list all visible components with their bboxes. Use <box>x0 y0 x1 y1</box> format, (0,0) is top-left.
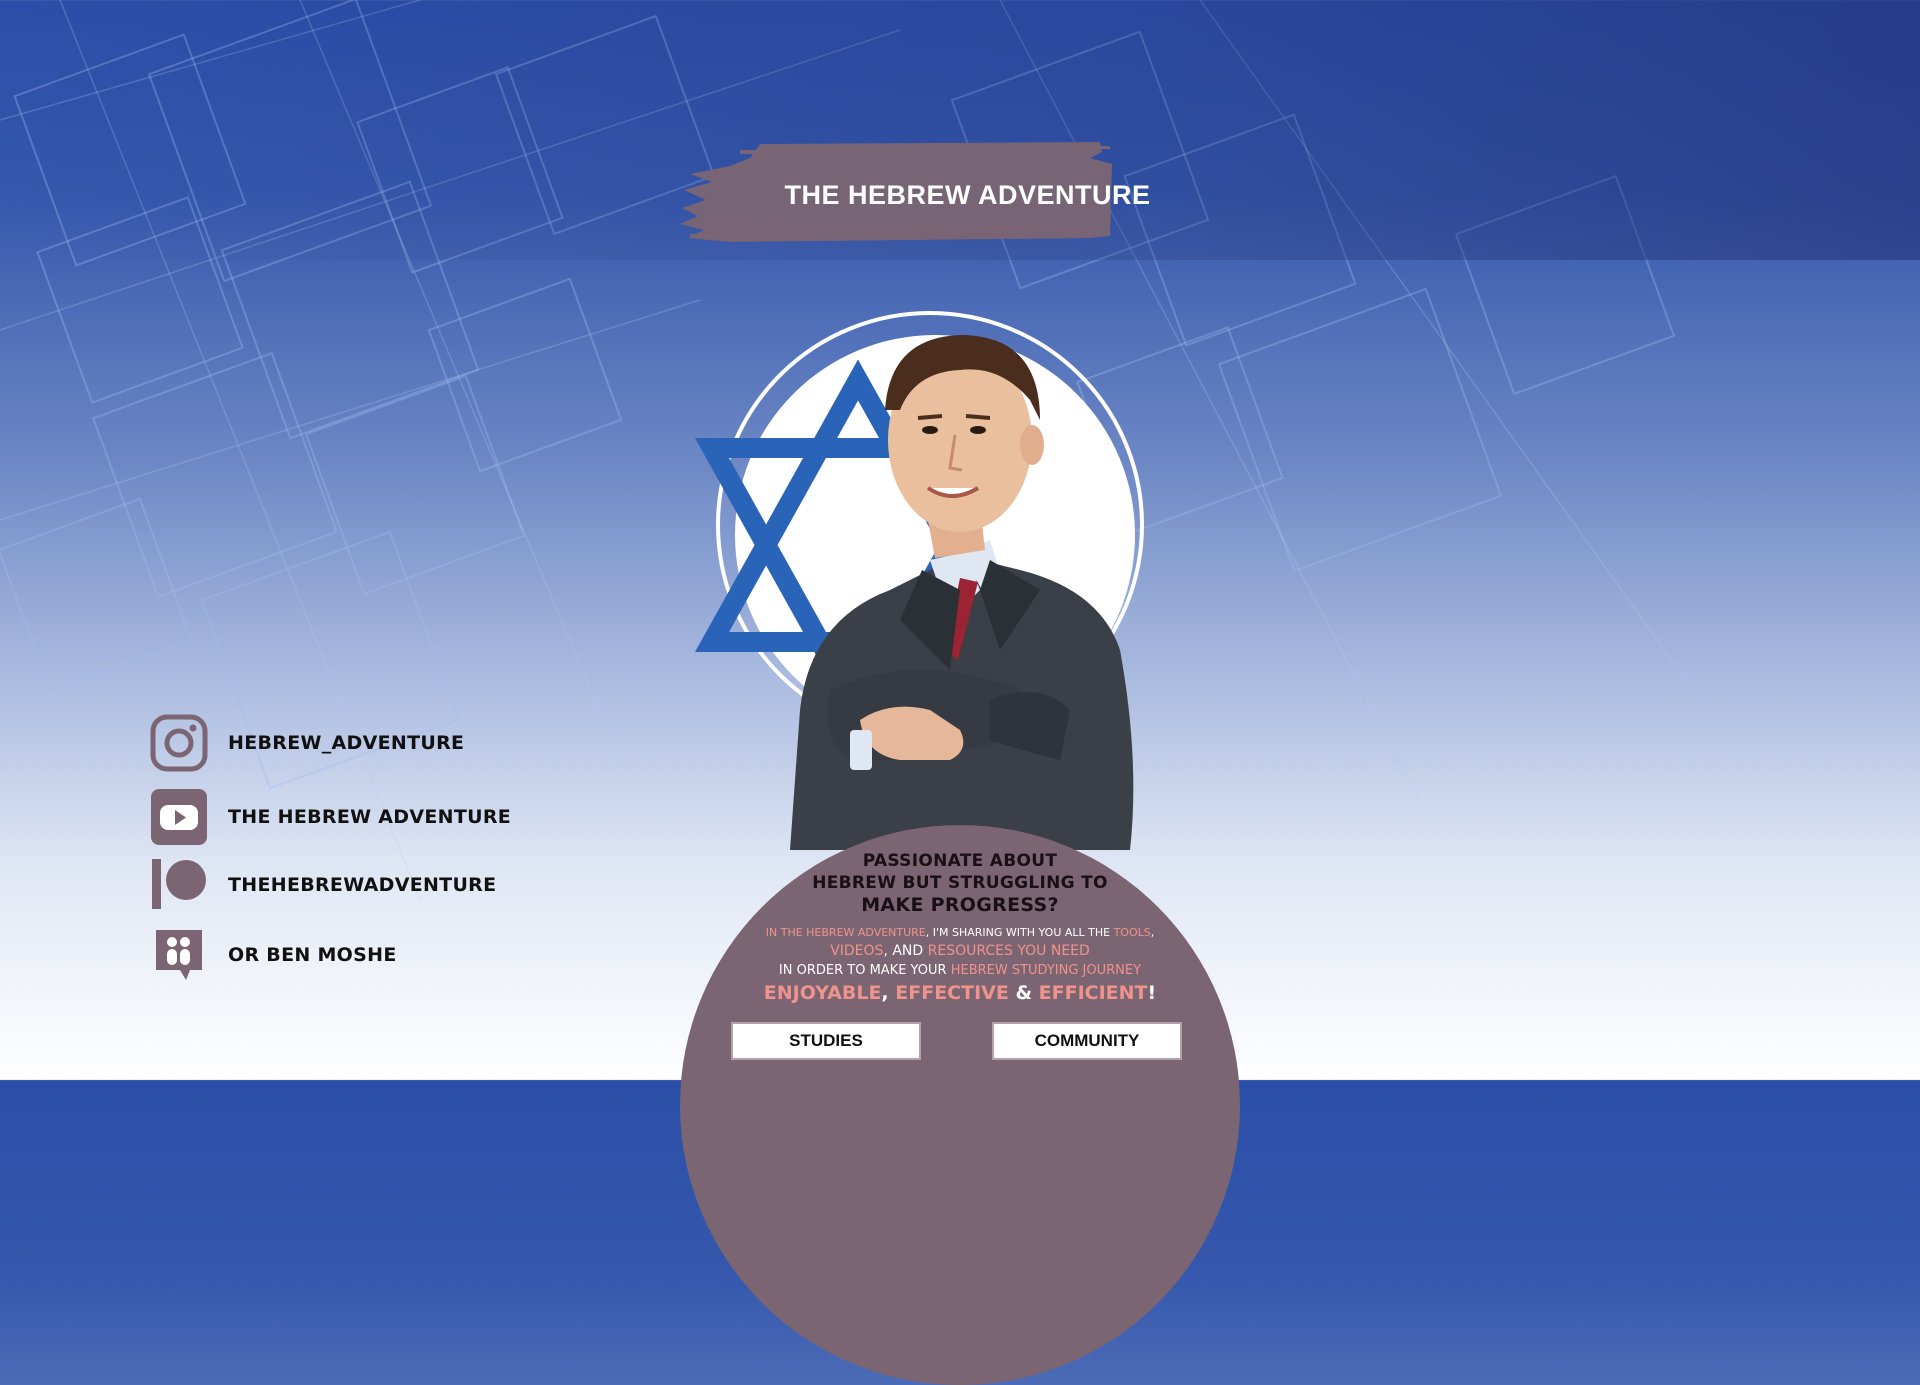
hero-illustration <box>660 290 1220 850</box>
body-text: & <box>1008 982 1039 1004</box>
body-text: , I'M SHARING WITH YOU ALL THE <box>925 926 1114 939</box>
social-item-patreon[interactable]: THEHEBREWADVENTURE <box>150 855 550 915</box>
highlight-text: RESOURCES YOU NEED <box>927 943 1090 959</box>
description: IN THE HEBREW ADVENTURE, I'M SHARING WIT… <box>680 924 1240 1005</box>
instagram-handle: HEBREW_ADVENTURE <box>228 732 465 754</box>
description-line-4: ENJOYABLE, EFFECTIVE & EFFICIENT! <box>680 981 1240 1005</box>
question-line-1: PASSIONATE ABOUT <box>862 851 1058 871</box>
highlight-text: HEBREW STUDYING JOURNEY <box>950 963 1142 978</box>
question-line-3: MAKE PROGRESS? <box>861 894 1059 916</box>
instagram-icon <box>150 714 208 772</box>
highlight-text: VIDEOS <box>830 943 884 959</box>
highlight-text: EFFICIENT <box>1038 982 1148 1004</box>
social-item-instagram[interactable]: HEBREW_ADVENTURE <box>150 713 550 773</box>
contact-name: OR BEN MOSHE <box>228 944 397 966</box>
pitch-block: PASSIONATE ABOUT HEBREW BUT STRUGGLING T… <box>680 850 1240 1005</box>
community-button[interactable]: COMMUNITY <box>992 1022 1182 1060</box>
title-banner: THE HEBREW ADVENTURE <box>670 138 1230 250</box>
description-line-2: VIDEOS, AND RESOURCES YOU NEED <box>680 942 1240 961</box>
banner-title: THE HEBREW ADVENTURE <box>784 180 1151 210</box>
body-text: ! <box>1147 982 1157 1004</box>
body-text: , <box>1150 926 1155 939</box>
description-line-1: IN THE HEBREW ADVENTURE, I'M SHARING WIT… <box>680 924 1240 942</box>
highlight-text: IN THE HEBREW ADVENTURE <box>765 926 926 939</box>
description-line-3: IN ORDER TO MAKE YOUR HEBREW STUDYING JO… <box>680 961 1240 981</box>
body-text: , <box>881 982 896 1004</box>
social-item-youtube[interactable]: THE HEBREW ADVENTURE <box>150 787 550 847</box>
chat-app-icon <box>150 926 208 984</box>
highlight-text: TOOLS <box>1113 926 1151 939</box>
highlight-text: EFFECTIVE <box>895 982 1009 1004</box>
youtube-channel: THE HEBREW ADVENTURE <box>228 806 512 828</box>
highlight-text: ENJOYABLE <box>763 982 882 1004</box>
body-text: , AND <box>883 943 928 959</box>
question-line-2: HEBREW BUT STRUGGLING TO <box>812 873 1108 893</box>
body-text: IN ORDER TO MAKE YOUR <box>778 963 951 978</box>
patreon-handle: THEHEBREWADVENTURE <box>228 874 497 896</box>
youtube-icon <box>150 788 208 846</box>
social-item-chat[interactable]: OR BEN MOSHE <box>150 925 550 985</box>
patreon-icon <box>150 856 208 914</box>
studies-button[interactable]: STUDIES <box>731 1022 921 1060</box>
